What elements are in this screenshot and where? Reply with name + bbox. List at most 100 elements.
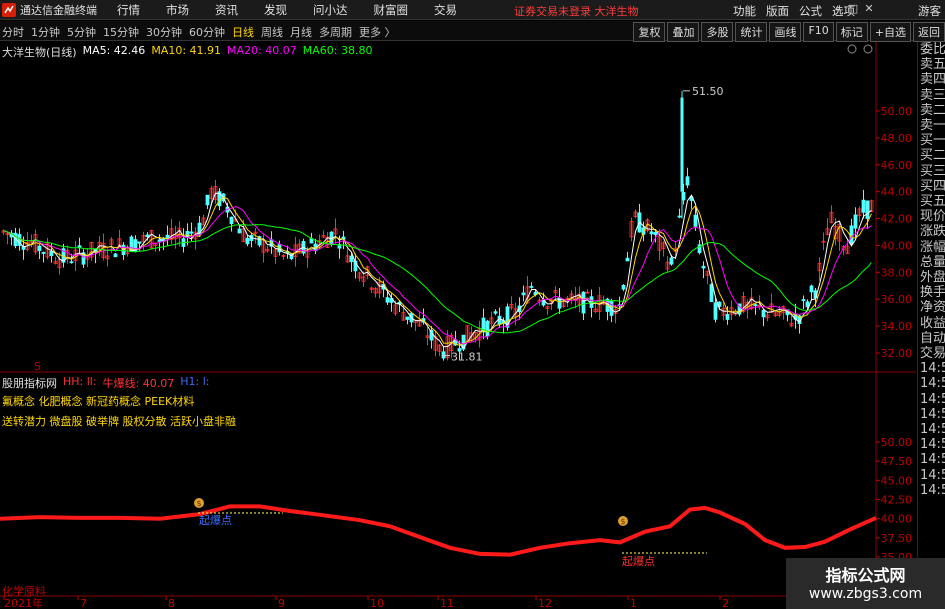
candle-down <box>709 284 714 303</box>
kline-chart[interactable]: 50.00 48.00 46.00 44.00 42.00 40.00 38.00 36.00… <box>0 0 945 609</box>
candle-down <box>185 231 190 238</box>
sub-tick-label: 47.50 <box>881 455 913 468</box>
price-tick-label: 44.00 <box>881 186 913 199</box>
ma20-line <box>3 206 872 345</box>
candle-down <box>649 231 654 235</box>
sidebar-item: 14:56 <box>920 437 945 453</box>
sidebar-item: 收益 <box>920 315 945 331</box>
sidebar-item: 卖五 <box>920 57 945 73</box>
sub-tick-label: 42.50 <box>881 494 913 507</box>
money-bag-symbol: $ <box>620 517 625 526</box>
sidebar-item: 净资 <box>920 300 945 316</box>
signal-marker: S <box>34 360 41 373</box>
industry-label: 化学原料 <box>2 585 46 598</box>
sidebar-item: 交易 <box>920 346 945 362</box>
candle-down <box>41 251 46 254</box>
sidebar-item: 14:55 <box>920 361 945 377</box>
breakout-label: 起爆点 <box>199 513 232 527</box>
candle-down <box>805 301 810 308</box>
candle-down <box>529 286 534 288</box>
signal-line <box>0 504 877 557</box>
stock-name: 大洋生物(日线) <box>2 46 77 59</box>
concept-tags-1: 氟概念 化肥概念 新冠药概念 PEEK材料 <box>2 395 195 408</box>
sidebar-item: 卖四 <box>920 72 945 88</box>
price-tick-label: 40.00 <box>881 239 913 252</box>
sidebar-item: 换手 <box>920 285 945 301</box>
sidebar-item: 自动 <box>920 330 945 346</box>
sidebar-item: 14:56 <box>920 482 945 498</box>
indicator-name[interactable]: 股朋指标网 <box>2 375 57 391</box>
candle-down <box>385 297 390 303</box>
h1-value: H1: l: <box>180 375 210 388</box>
candle-down <box>849 225 854 245</box>
candle-down <box>49 250 54 257</box>
candle-down <box>69 261 74 264</box>
candle-down <box>725 314 730 320</box>
concept-tags-2: 送转潜力 微盘股 破举牌 股权分散 活跃小盘非融 <box>2 415 236 428</box>
candle-down <box>493 311 498 314</box>
candle-down <box>581 291 586 314</box>
candle-down <box>677 215 682 218</box>
candle-down <box>521 292 526 296</box>
candle-down <box>189 231 194 234</box>
sidebar-item: 买二 <box>920 148 945 164</box>
candle-down <box>653 231 658 235</box>
price-tick-label: 38.00 <box>881 266 913 279</box>
ma20-value: MA20: 40.07 <box>227 44 297 57</box>
date-tick-label: 12 <box>538 597 552 609</box>
candle-down <box>621 285 626 290</box>
hh-value: HH: ll: <box>63 375 97 388</box>
watermark-title: 指标公式网 <box>825 566 906 585</box>
candle-down <box>761 310 766 318</box>
candle-down <box>669 257 674 265</box>
candle-down <box>589 296 594 308</box>
sidebar-item: 买三 <box>920 163 945 179</box>
sidebar-item: 14:55 <box>920 376 945 392</box>
sidebar-item: 14:55 <box>920 391 945 407</box>
candle-down <box>713 302 718 320</box>
candle-down <box>405 316 410 320</box>
candle-down <box>801 299 806 302</box>
ma60-value: MA60: 38.80 <box>302 44 373 57</box>
signal-line-value: 牛爆线: 40.07 <box>102 377 175 390</box>
candle-down <box>853 214 858 229</box>
sub-tick-label: 50.00 <box>881 436 913 449</box>
candle-down <box>205 194 210 206</box>
sidebar-item: 外盘 <box>920 270 945 286</box>
settings-icon <box>847 44 857 54</box>
candle-down <box>77 245 82 248</box>
sidebar-item: 买一 <box>920 133 945 149</box>
low-price-label: 31.81 <box>451 351 483 364</box>
candle-down <box>349 255 354 263</box>
sidebar-item: 现价 <box>920 209 945 225</box>
candle-down <box>237 228 242 234</box>
sidebar-item: 涨幅 <box>920 239 945 255</box>
date-tick-label: 11 <box>440 597 454 609</box>
candle-down <box>680 97 684 192</box>
watermark-url: www.zbgs3.com <box>808 586 923 602</box>
sidebar-item: 买四 <box>920 178 945 194</box>
ma10-value: MA10: 41.91 <box>151 44 222 57</box>
sidebar-item: 涨跌 <box>920 224 945 240</box>
candle-down <box>701 265 706 269</box>
price-tick-label: 50.00 <box>881 105 913 118</box>
sidebar-item: 14:56 <box>920 422 945 438</box>
sidebar-item: 14:56 <box>920 467 945 483</box>
sidebar-item: 卖三 <box>920 87 945 103</box>
sidebar-item: 14:56 <box>920 452 945 468</box>
candle-down <box>441 351 446 359</box>
candle-down <box>693 214 698 227</box>
sidebar-item: 卖二 <box>920 102 945 118</box>
quote-sidebar: 委比 卖五 卖四 卖三 卖二 卖一 买一 买二 买三 买四 买五 现价 涨跌 涨幅 总量 外盘 换手 净资 收益 自动… <box>917 42 945 609</box>
ma5-line <box>3 192 872 350</box>
candle-down <box>865 200 870 219</box>
candle-down <box>37 245 42 252</box>
sub-tick-label: 40.00 <box>881 513 913 526</box>
candle-down <box>137 241 142 244</box>
candle-down <box>229 216 234 225</box>
ma10-line <box>3 196 872 346</box>
candle-down <box>753 304 758 306</box>
price-tick-label: 42.00 <box>881 213 913 226</box>
sidebar-item: 委比 <box>920 42 945 57</box>
candle-down <box>497 315 502 325</box>
